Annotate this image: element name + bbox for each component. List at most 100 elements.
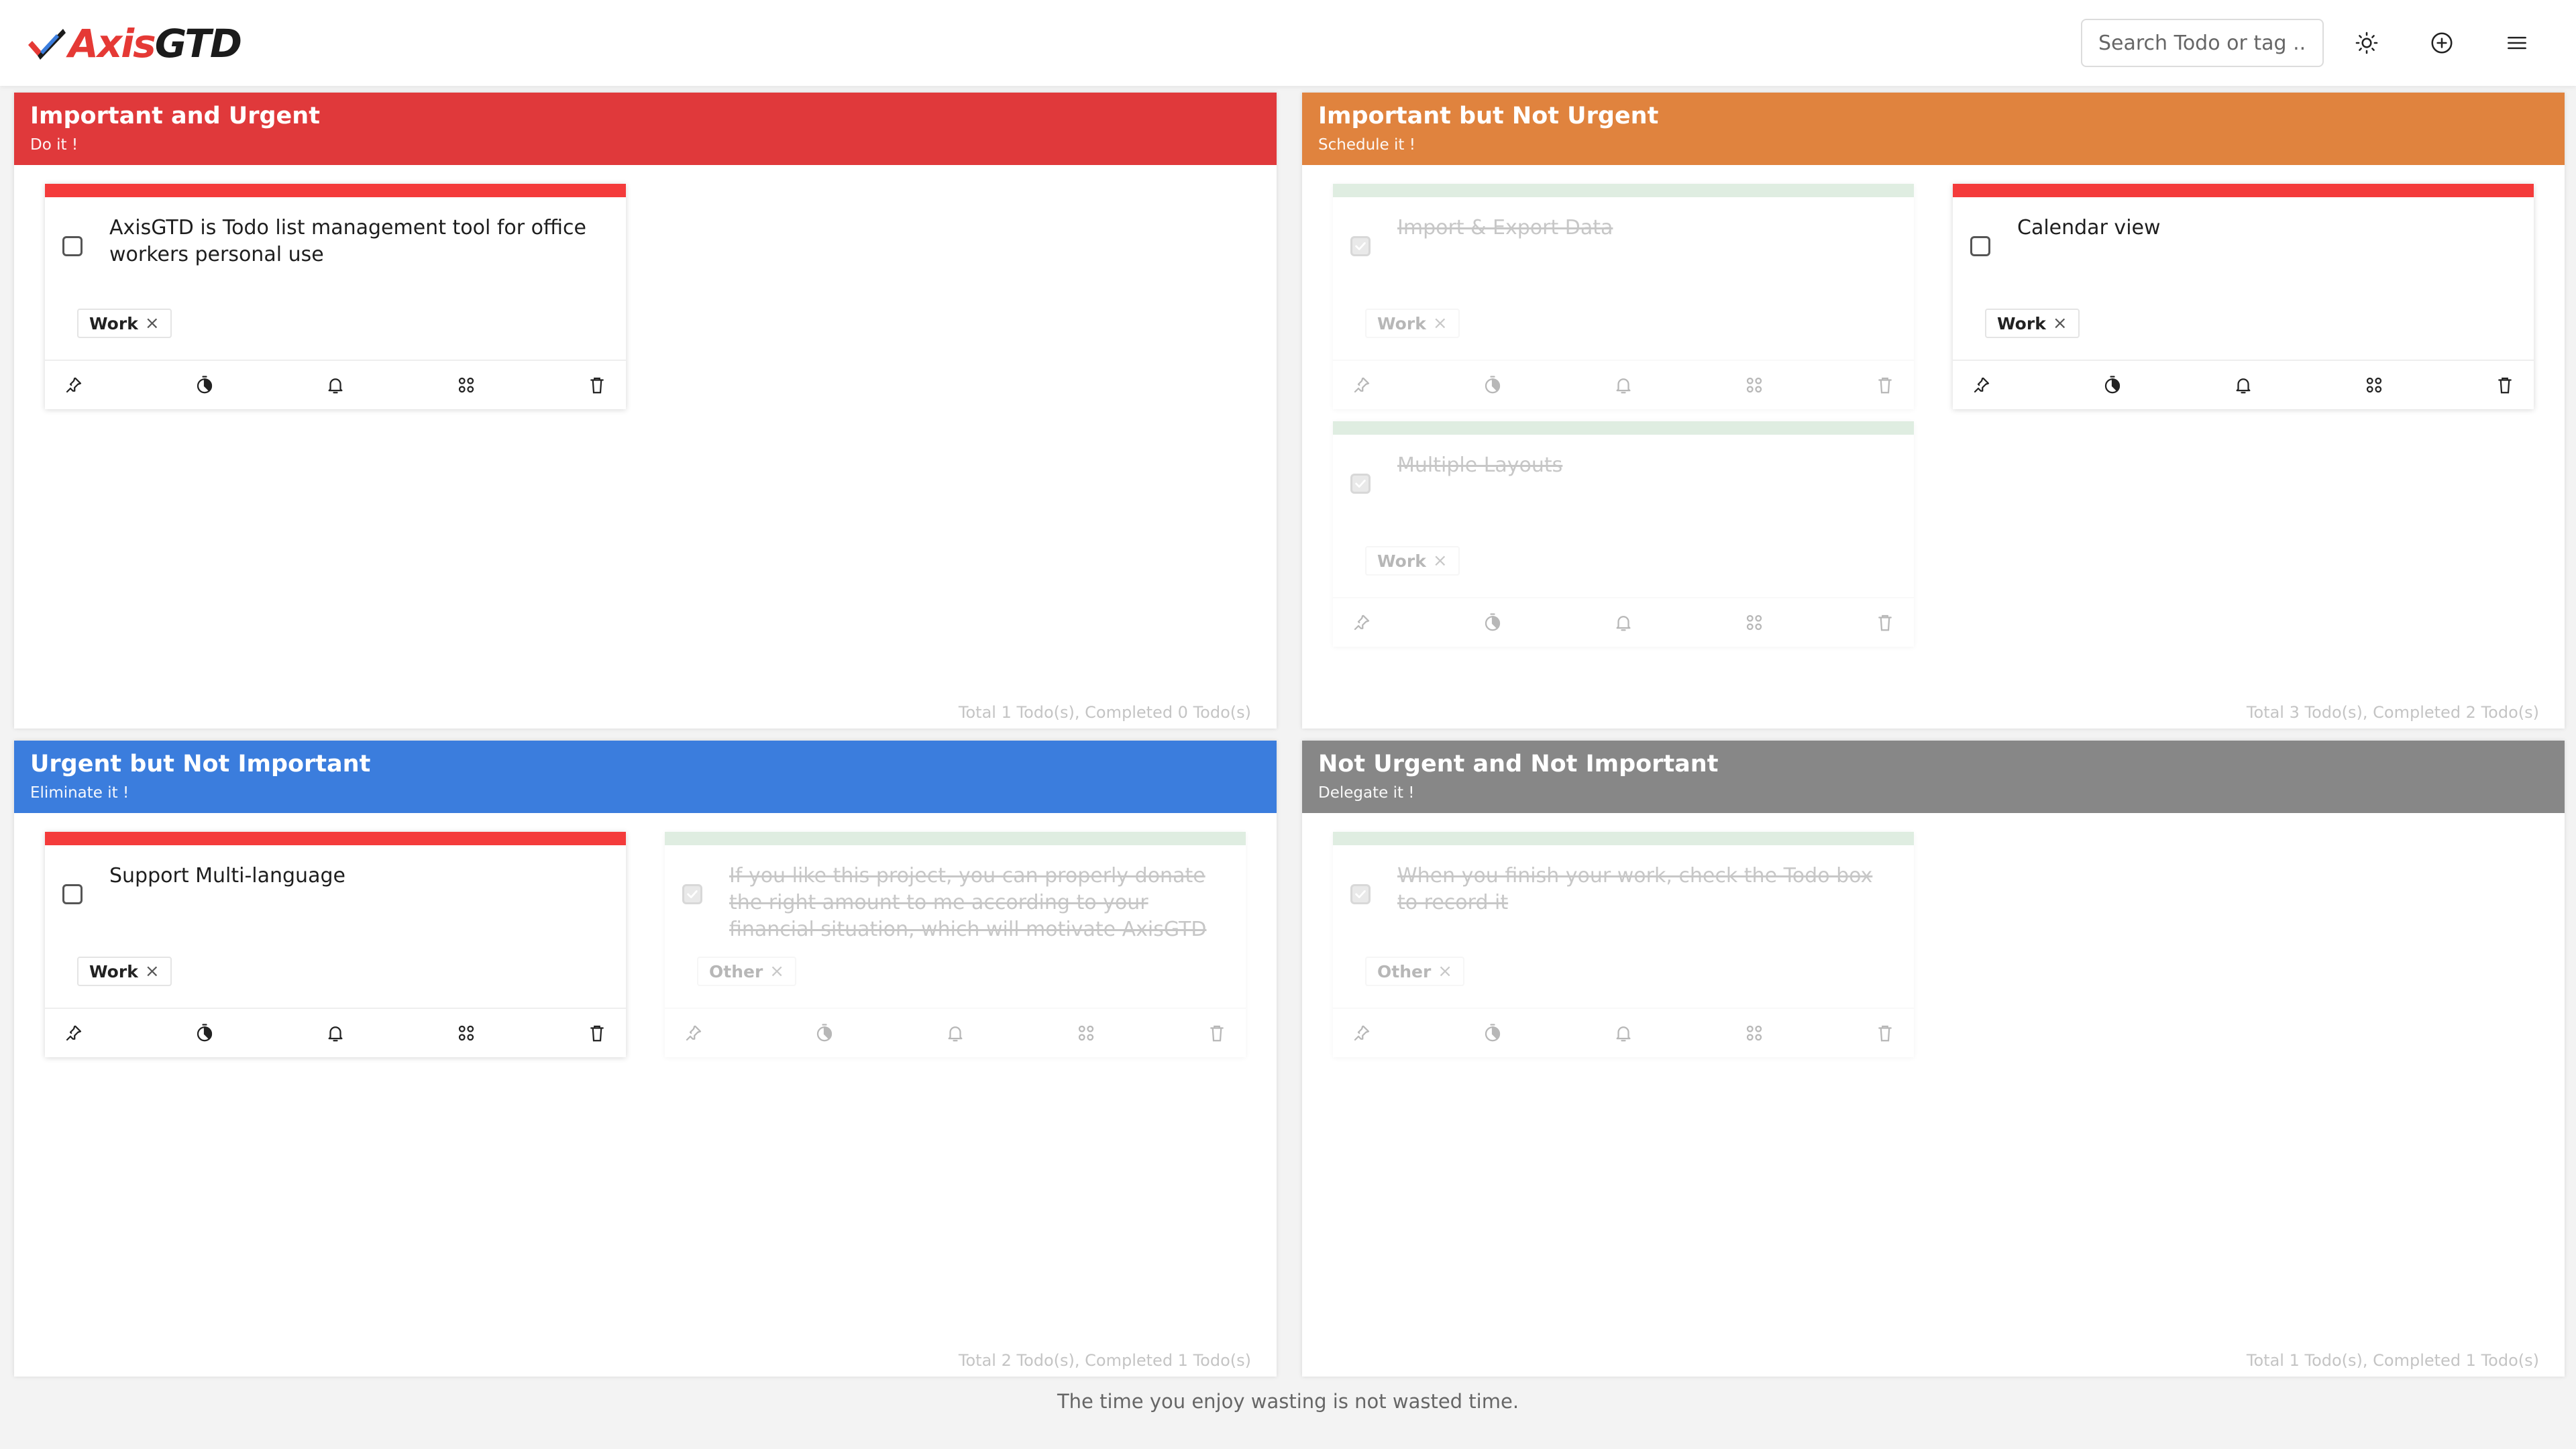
todo-card[interactable]: Calendar view Work ×	[1953, 184, 2534, 409]
todo-checkbox[interactable]	[1970, 236, 1990, 256]
remove-tag-icon[interactable]: ×	[769, 961, 784, 981]
check-icon	[687, 890, 698, 898]
todo-tag[interactable]: Other ×	[697, 957, 797, 986]
command-button[interactable]	[1742, 1021, 1766, 1045]
top-bar: AxisGTD	[0, 0, 2576, 86]
delete-button[interactable]	[1873, 1021, 1897, 1045]
reminder-button[interactable]	[323, 1021, 347, 1045]
todo-card[interactable]: When you finish your work, check the Tod…	[1333, 832, 1914, 1057]
timer-button[interactable]	[812, 1021, 837, 1045]
todo-checkbox[interactable]	[1350, 884, 1371, 904]
card-priority-bar	[1333, 421, 1914, 435]
timer-icon	[197, 1024, 213, 1042]
timer-icon	[1485, 376, 1501, 394]
trash-icon	[1210, 1025, 1224, 1042]
command-button[interactable]	[454, 1021, 478, 1045]
todo-card[interactable]: If you like this project, you can proper…	[665, 832, 1246, 1057]
footer-quote: The time you enjoy wasting is not wasted…	[1057, 1390, 1519, 1413]
bell-icon	[328, 378, 343, 394]
timer-button[interactable]	[193, 373, 217, 397]
command-button[interactable]	[454, 373, 478, 397]
app-logo[interactable]: AxisGTD	[25, 20, 242, 67]
delete-button[interactable]	[1205, 1021, 1229, 1045]
todo-checkbox[interactable]	[62, 236, 83, 256]
search-input[interactable]	[2081, 19, 2324, 67]
todo-card[interactable]: Support Multi-language Work ×	[45, 832, 626, 1057]
todo-tag[interactable]: Other ×	[1365, 957, 1465, 986]
quadrant-stats: Total 1 Todo(s), Completed 0 Todo(s)	[958, 703, 1251, 722]
todo-tag[interactable]: Work ×	[1985, 309, 2080, 338]
todo-title[interactable]: Import & Export Data	[1397, 215, 1880, 295]
pin-button[interactable]	[62, 1021, 86, 1045]
todo-title[interactable]: Support Multi-language	[109, 863, 592, 943]
bell-icon	[1616, 378, 1631, 394]
command-button[interactable]	[1074, 1021, 1098, 1045]
check-icon	[1355, 890, 1366, 898]
pin-button[interactable]	[1970, 373, 1994, 397]
timer-button[interactable]	[193, 1021, 217, 1045]
todo-checkbox[interactable]	[1350, 474, 1371, 494]
todo-title[interactable]: If you like this project, you can proper…	[729, 863, 1212, 943]
todo-card[interactable]: Import & Export Data Work ×	[1333, 184, 1914, 409]
todo-tag[interactable]: Work ×	[1365, 309, 1460, 338]
theme-toggle-button[interactable]	[2348, 24, 2385, 62]
todo-title[interactable]: Calendar view	[2017, 215, 2500, 295]
pin-button[interactable]	[682, 1021, 706, 1045]
todo-tag[interactable]: Work ×	[77, 957, 172, 986]
command-button[interactable]	[1742, 610, 1766, 635]
command-icon	[1746, 614, 1762, 631]
remove-tag-icon[interactable]: ×	[1433, 313, 1448, 333]
quadrant-important-not-urgent: Important but Not Urgent Schedule it ! T…	[1302, 93, 2565, 729]
todo-title[interactable]: Multiple Layouts	[1397, 452, 1880, 533]
pin-icon	[686, 1025, 702, 1041]
pin-button[interactable]	[1350, 373, 1374, 397]
remove-tag-icon[interactable]: ×	[145, 313, 160, 333]
reminder-button[interactable]	[1611, 1021, 1635, 1045]
reminder-button[interactable]	[1611, 373, 1635, 397]
timer-button[interactable]	[1481, 1021, 1505, 1045]
delete-button[interactable]	[1873, 373, 1897, 397]
reminder-button[interactable]	[943, 1021, 967, 1045]
pin-icon	[1354, 614, 1370, 631]
bell-icon	[948, 1026, 963, 1042]
quadrant-title: Urgent but Not Important	[30, 751, 371, 777]
reminder-button[interactable]	[323, 373, 347, 397]
add-todo-button[interactable]	[2423, 24, 2461, 62]
todo-card[interactable]: AxisGTD is Todo list management tool for…	[45, 184, 626, 409]
remove-tag-icon[interactable]: ×	[145, 961, 160, 981]
delete-button[interactable]	[1873, 610, 1897, 635]
remove-tag-icon[interactable]: ×	[1433, 551, 1448, 571]
pin-button[interactable]	[1350, 610, 1374, 635]
reminder-button[interactable]	[2231, 373, 2255, 397]
pin-button[interactable]	[62, 373, 86, 397]
menu-button[interactable]	[2498, 24, 2536, 62]
check-icon	[1355, 242, 1366, 250]
timer-icon	[197, 376, 213, 394]
todo-tag[interactable]: Work ×	[1365, 546, 1460, 576]
timer-button[interactable]	[1481, 610, 1505, 635]
card-priority-bar	[45, 832, 626, 845]
delete-button[interactable]	[585, 1021, 609, 1045]
quadrant-header: Important and Urgent Do it !	[14, 93, 1277, 165]
pin-button[interactable]	[1350, 1021, 1374, 1045]
todo-checkbox[interactable]	[682, 884, 702, 904]
todo-title[interactable]: AxisGTD is Todo list management tool for…	[109, 215, 592, 295]
todo-card[interactable]: Multiple Layouts Work ×	[1333, 421, 1914, 647]
todo-checkbox[interactable]	[62, 884, 83, 904]
quadrant-stats: Total 1 Todo(s), Completed 1 Todo(s)	[2246, 1351, 2539, 1370]
todo-tag[interactable]: Work ×	[77, 309, 172, 338]
todo-title[interactable]: When you finish your work, check the Tod…	[1397, 863, 1880, 943]
delete-button[interactable]	[585, 373, 609, 397]
remove-tag-icon[interactable]: ×	[1438, 961, 1452, 981]
reminder-button[interactable]	[1611, 610, 1635, 635]
timer-icon	[1485, 1024, 1501, 1042]
timer-button[interactable]	[2100, 373, 2125, 397]
quadrant-stats: Total 3 Todo(s), Completed 2 Todo(s)	[2246, 703, 2539, 722]
delete-button[interactable]	[2493, 373, 2517, 397]
timer-button[interactable]	[1481, 373, 1505, 397]
command-button[interactable]	[2362, 373, 2386, 397]
tag-label: Work	[1377, 551, 1426, 571]
command-button[interactable]	[1742, 373, 1766, 397]
remove-tag-icon[interactable]: ×	[2053, 313, 2068, 333]
todo-checkbox[interactable]	[1350, 236, 1371, 256]
